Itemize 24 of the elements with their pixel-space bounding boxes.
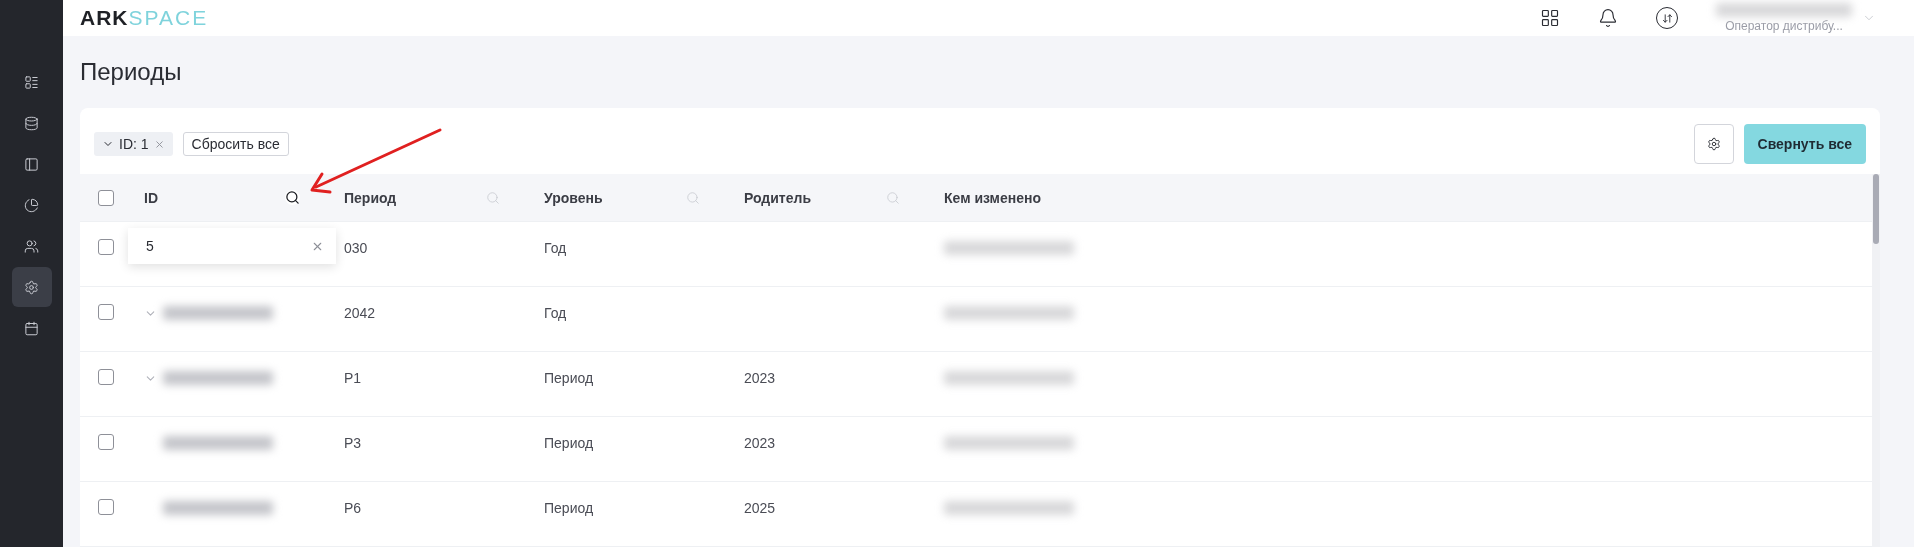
table-cell: Период xyxy=(544,435,594,451)
column-header: Уровень xyxy=(544,189,603,206)
collapse-button[interactable]: Свернуть все xyxy=(1743,124,1866,164)
column-header: Кем изменено xyxy=(944,189,1041,206)
table-cell: P6 xyxy=(344,500,362,516)
column-header: Родитель xyxy=(744,189,811,206)
table-cell: Период xyxy=(544,370,594,386)
table-cell: 2025 xyxy=(744,500,776,516)
search-field[interactable]: 5 xyxy=(146,238,311,254)
logo: ARKSPACE xyxy=(80,6,209,30)
table-cell: 2042 xyxy=(344,305,376,321)
table-cell: 2023 xyxy=(744,370,776,386)
table-cell: Период xyxy=(544,500,594,516)
table-cell: Год xyxy=(544,240,567,256)
table-cell: P3 xyxy=(344,435,362,451)
reset-button[interactable]: Сбросить все xyxy=(182,132,289,156)
table-cell: P1 xyxy=(344,370,362,386)
table-cell: 030 xyxy=(344,240,368,256)
filter-chip[interactable]: ID: 1 xyxy=(94,132,173,156)
page-title: Периоды xyxy=(79,57,183,86)
table-cell: Год xyxy=(544,305,567,321)
column-header: ID xyxy=(144,189,158,206)
column-header: Период xyxy=(344,189,397,206)
table-cell: 2023 xyxy=(744,435,776,451)
